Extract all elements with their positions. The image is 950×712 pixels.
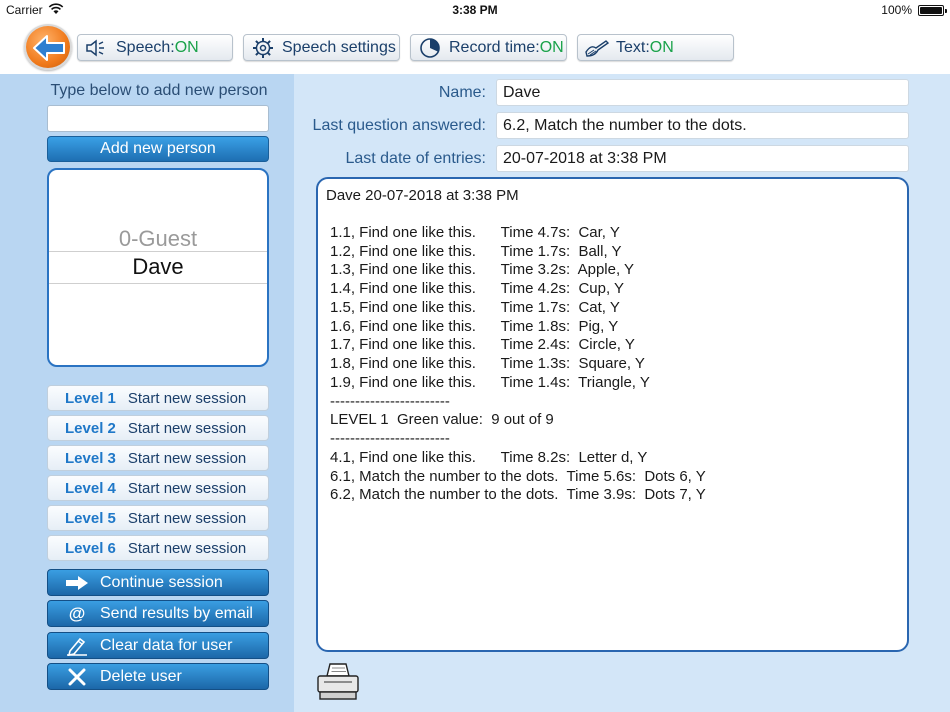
hand-writing-icon: [584, 37, 610, 59]
at-sign-icon: @: [68, 603, 86, 623]
status-bar: Carrier 3:38 PM 100%: [0, 0, 950, 20]
battery-percent: 100%: [881, 3, 912, 17]
level-label: Level 3: [65, 449, 116, 467]
back-button[interactable]: [24, 24, 72, 70]
speech-label: Speech:: [116, 38, 175, 56]
log-separator: ------------------------: [330, 392, 450, 410]
close-x-icon: [64, 667, 90, 687]
text-label: Text:: [616, 38, 650, 56]
speaker-icon: [84, 37, 110, 59]
name-label: Name:: [438, 84, 486, 101]
log-line: 1.5, Find one like this. Time 1.7s: Cat,…: [330, 298, 620, 316]
log-header: Dave 20-07-2018 at 3:38 PM: [326, 187, 519, 204]
right-arrow-icon: [64, 573, 90, 593]
level-label: Level 2: [65, 419, 116, 437]
level-2-start-button[interactable]: Level 2 Start new session: [47, 415, 269, 441]
level-label: Level 4: [65, 479, 116, 497]
person-picker[interactable]: 0-Guest Dave: [47, 168, 269, 367]
log-line: 1.1, Find one like this. Time 4.7s: Car,…: [330, 223, 620, 241]
clear-data-label: Clear data for user: [100, 636, 233, 654]
speech-state: ON: [174, 38, 199, 56]
name-row: Name: Dave: [294, 79, 950, 106]
results-log-textarea[interactable]: Dave 20-07-2018 at 3:38 PM 1.1, Find one…: [316, 177, 909, 652]
print-button[interactable]: [316, 662, 360, 702]
level-4-start-button[interactable]: Level 4 Start new session: [47, 475, 269, 501]
log-lines: 1.1, Find one like this. Time 4.7s: Car,…: [326, 224, 899, 505]
last-question-field: 6.2, Match the number to the dots.: [496, 112, 909, 139]
level-6-start-button[interactable]: Level 6 Start new session: [47, 535, 269, 561]
sidebar: Type below to add new person Add new per…: [0, 74, 294, 712]
log-line: 1.6, Find one like this. Time 1.8s: Pig,…: [330, 317, 619, 335]
log-line: 4.1, Find one like this. Time 8.2s: Lett…: [330, 448, 648, 466]
add-new-person-button[interactable]: Add new person: [47, 136, 269, 162]
speech-toggle-button[interactable]: Speech: ON: [77, 34, 233, 61]
continue-session-button[interactable]: Continue session: [47, 569, 269, 596]
record-time-label: Record time:: [449, 38, 540, 56]
user-details-panel: Name: Dave Last question answered: 6.2, …: [294, 74, 950, 712]
start-session-label: Start new session: [127, 539, 247, 557]
log-level-summary: LEVEL 1 Green value: 9 out of 9: [330, 411, 554, 429]
last-question-label: Last question answered:: [312, 117, 486, 134]
back-arrow-icon: [33, 35, 65, 61]
toolbar: Speech: ON Speech settings Record time: …: [0, 20, 950, 74]
log-line: 1.3, Find one like this. Time 3.2s: Appl…: [330, 261, 635, 279]
log-line: 1.8, Find one like this. Time 1.3s: Squa…: [330, 355, 645, 372]
eraser-pen-icon: [64, 636, 90, 656]
level-3-start-button[interactable]: Level 3 Start new session: [47, 445, 269, 471]
battery-icon: [918, 5, 947, 16]
add-person-prompt: Type below to add new person: [50, 82, 268, 99]
last-date-row: Last date of entries: 20-07-2018 at 3:38…: [294, 145, 950, 172]
start-session-label: Start new session: [127, 509, 247, 527]
level-label: Level 1: [65, 389, 116, 407]
timer-icon: [417, 37, 443, 59]
gear-icon: [250, 37, 276, 59]
delete-user-button[interactable]: Delete user: [47, 663, 269, 690]
start-session-label: Start new session: [127, 449, 247, 467]
log-line: 1.9, Find one like this. Time 1.4s: Tria…: [330, 373, 650, 391]
text-state: ON: [649, 38, 674, 56]
speech-settings-label: Speech settings: [282, 38, 396, 56]
printer-icon: [317, 663, 359, 700]
level-label: Level 6: [65, 539, 116, 557]
record-time-state: ON: [539, 38, 564, 56]
send-email-label: Send results by email: [100, 604, 253, 622]
log-separator: ------------------------: [330, 430, 450, 447]
start-session-label: Start new session: [127, 419, 247, 437]
level-1-start-button[interactable]: Level 1 Start new session: [47, 385, 269, 411]
log-line: 6.1, Match the number to the dots. Time …: [330, 467, 706, 485]
level-5-start-button[interactable]: Level 5 Start new session: [47, 505, 269, 531]
picker-option-selected[interactable]: Dave: [49, 254, 267, 280]
continue-session-label: Continue session: [100, 573, 223, 591]
last-question-row: Last question answered: 6.2, Match the n…: [294, 112, 950, 139]
speech-settings-button[interactable]: Speech settings: [243, 34, 400, 61]
name-field[interactable]: Dave: [496, 79, 909, 106]
level-label: Level 5: [65, 509, 116, 527]
delete-user-label: Delete user: [100, 667, 182, 685]
new-person-input[interactable]: [47, 105, 269, 132]
log-line: 1.2, Find one like this. Time 1.7s: Ball…: [330, 242, 622, 260]
send-email-button[interactable]: @ Send results by email: [47, 600, 269, 627]
text-toggle-button[interactable]: Text: ON: [577, 34, 734, 61]
log-line: 1.4, Find one like this. Time 4.2s: Cup,…: [330, 280, 625, 297]
clear-data-button[interactable]: Clear data for user: [47, 632, 269, 659]
clock: 3:38 PM: [452, 3, 498, 17]
start-session-label: Start new session: [127, 389, 247, 407]
picker-option-guest[interactable]: 0-Guest: [49, 226, 267, 252]
start-session-label: Start new session: [127, 479, 247, 497]
last-date-label: Last date of entries:: [345, 150, 486, 167]
log-line: 1.7, Find one like this. Time 2.4s: Circ…: [330, 336, 635, 354]
last-date-field: 20-07-2018 at 3:38 PM: [496, 145, 909, 172]
record-time-toggle-button[interactable]: Record time: ON: [410, 34, 567, 61]
log-line: 6.2, Match the number to the dots. Time …: [330, 486, 706, 504]
